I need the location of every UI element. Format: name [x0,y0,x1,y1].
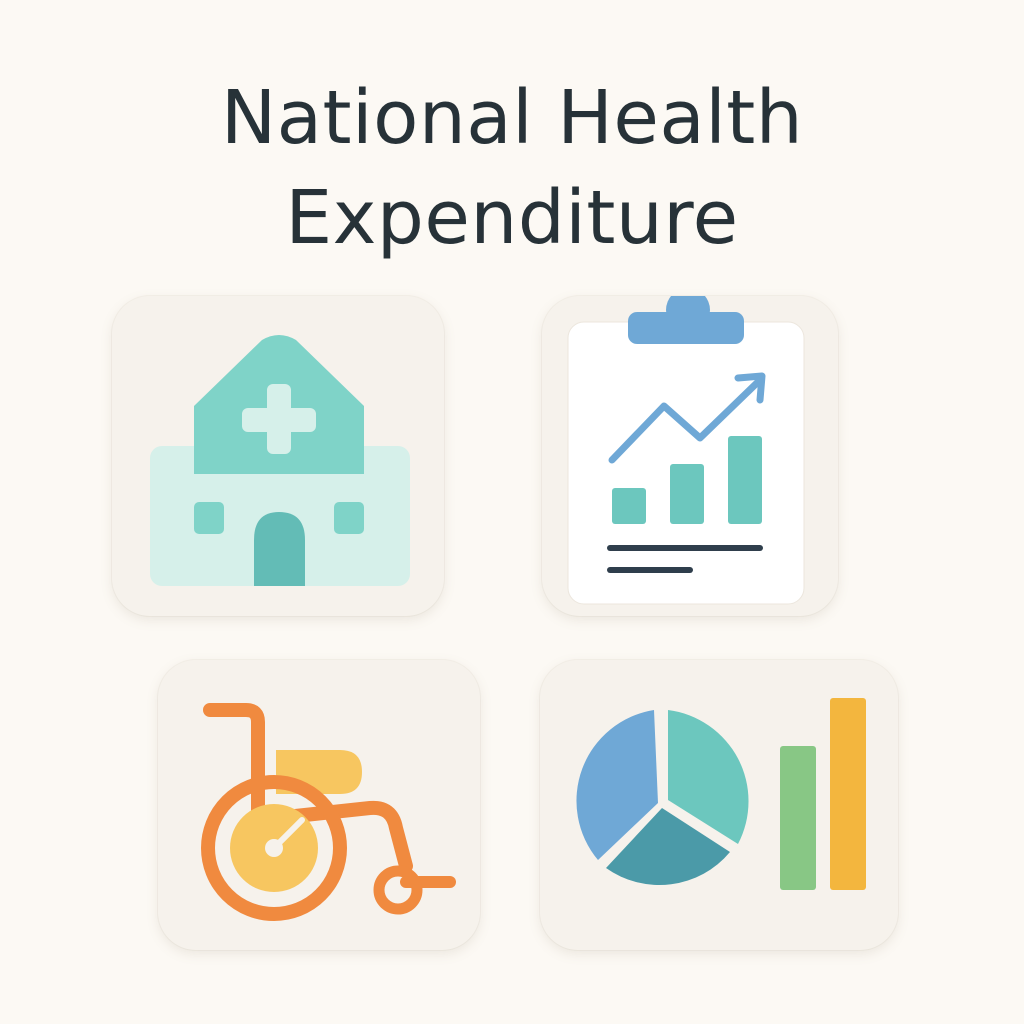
clipboard-paper [567,321,805,605]
report-bar-3 [728,436,762,524]
hospital-icon [150,335,410,586]
clipboard-trend-chart-icon [567,296,805,605]
cross-horizontal [242,408,316,432]
report-bar-1 [612,488,646,524]
title-line-2: Expenditure [285,175,739,261]
green-bar [780,746,816,890]
charts-tile [540,660,898,950]
hospital-tile [112,296,444,616]
window-right [334,502,364,534]
wheelchair-small-wheel [373,865,423,915]
wheelchair-icon [201,703,456,921]
title-line-1: National Health [220,75,804,161]
clipboard-clip [628,312,744,344]
amber-bar [830,698,866,890]
hospital-door [254,512,305,586]
pie-and-bar-chart-icon [576,698,866,890]
page-title: National Health Expenditure [0,68,1024,268]
report-bar-2 [670,464,704,524]
window-left [194,502,224,534]
wheelchair-axle [265,839,283,857]
wheelchair-tile [158,660,480,950]
wheelchair-handle [203,703,265,777]
report-tile [542,296,838,616]
